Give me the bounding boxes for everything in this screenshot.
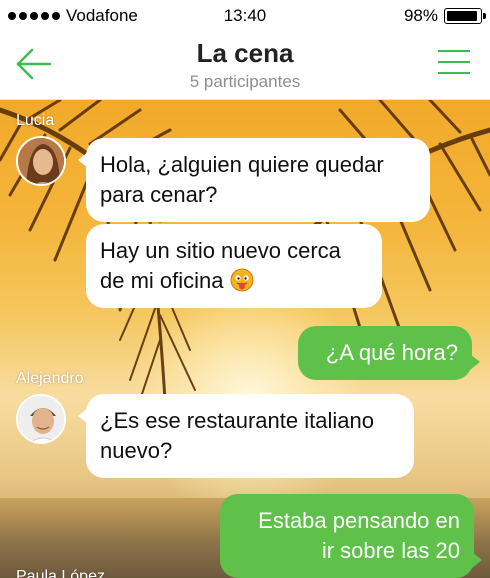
message-bubble[interactable]: ¿A qué hora? bbox=[298, 326, 480, 380]
message-text-line: ¿Es ese restaurante italiano bbox=[100, 408, 374, 433]
message-bubble[interactable]: Hola, ¿alguien quiere quedar para cenar? bbox=[78, 138, 430, 222]
message-text-line: nuevo? bbox=[100, 438, 173, 463]
participants-count[interactable]: 5 participantes bbox=[0, 72, 490, 92]
message-bubble[interactable]: Estaba pensando en ir sobre las 20 bbox=[220, 494, 482, 578]
sender-name: Lucia bbox=[16, 112, 55, 129]
message-text-line: Estaba pensando en bbox=[258, 508, 460, 533]
message-text-line: de mi oficina bbox=[100, 266, 368, 296]
battery-icon bbox=[444, 8, 486, 24]
sender-name: Alejandro bbox=[16, 370, 84, 387]
hamburger-menu-icon bbox=[438, 50, 470, 74]
message-bubble[interactable]: ¿Es ese restaurante italiano nuevo? bbox=[78, 394, 414, 478]
tongue-out-emoji-icon bbox=[230, 268, 254, 292]
message-bubble[interactable]: Hay un sitio nuevo cerca de mi oficina bbox=[86, 224, 382, 308]
chat-header: La cena 5 participantes bbox=[0, 32, 490, 100]
message-text-line: Hay un sitio nuevo cerca bbox=[100, 238, 341, 263]
message-text-line: Hola, ¿alguien quiere quedar bbox=[100, 152, 384, 177]
avatar[interactable] bbox=[16, 394, 66, 444]
message-text-line: ir sobre las 20 bbox=[321, 538, 460, 563]
battery-percent: 98% bbox=[403, 6, 438, 25]
message-text-line: ¿A qué hora? bbox=[325, 340, 458, 365]
chat-area[interactable]: Lucia Hola, ¿alguien quiere quedar para … bbox=[0, 100, 490, 578]
message-text: de mi oficina bbox=[100, 268, 224, 293]
menu-button[interactable] bbox=[438, 50, 470, 78]
chat-title[interactable]: La cena bbox=[0, 38, 490, 69]
sender-name: Paula López bbox=[16, 568, 105, 578]
message-text-line: para cenar? bbox=[100, 182, 218, 207]
battery-group: 98% bbox=[403, 6, 486, 26]
avatar[interactable] bbox=[16, 136, 66, 186]
status-bar: Vodafone 13:40 98% bbox=[0, 0, 490, 32]
